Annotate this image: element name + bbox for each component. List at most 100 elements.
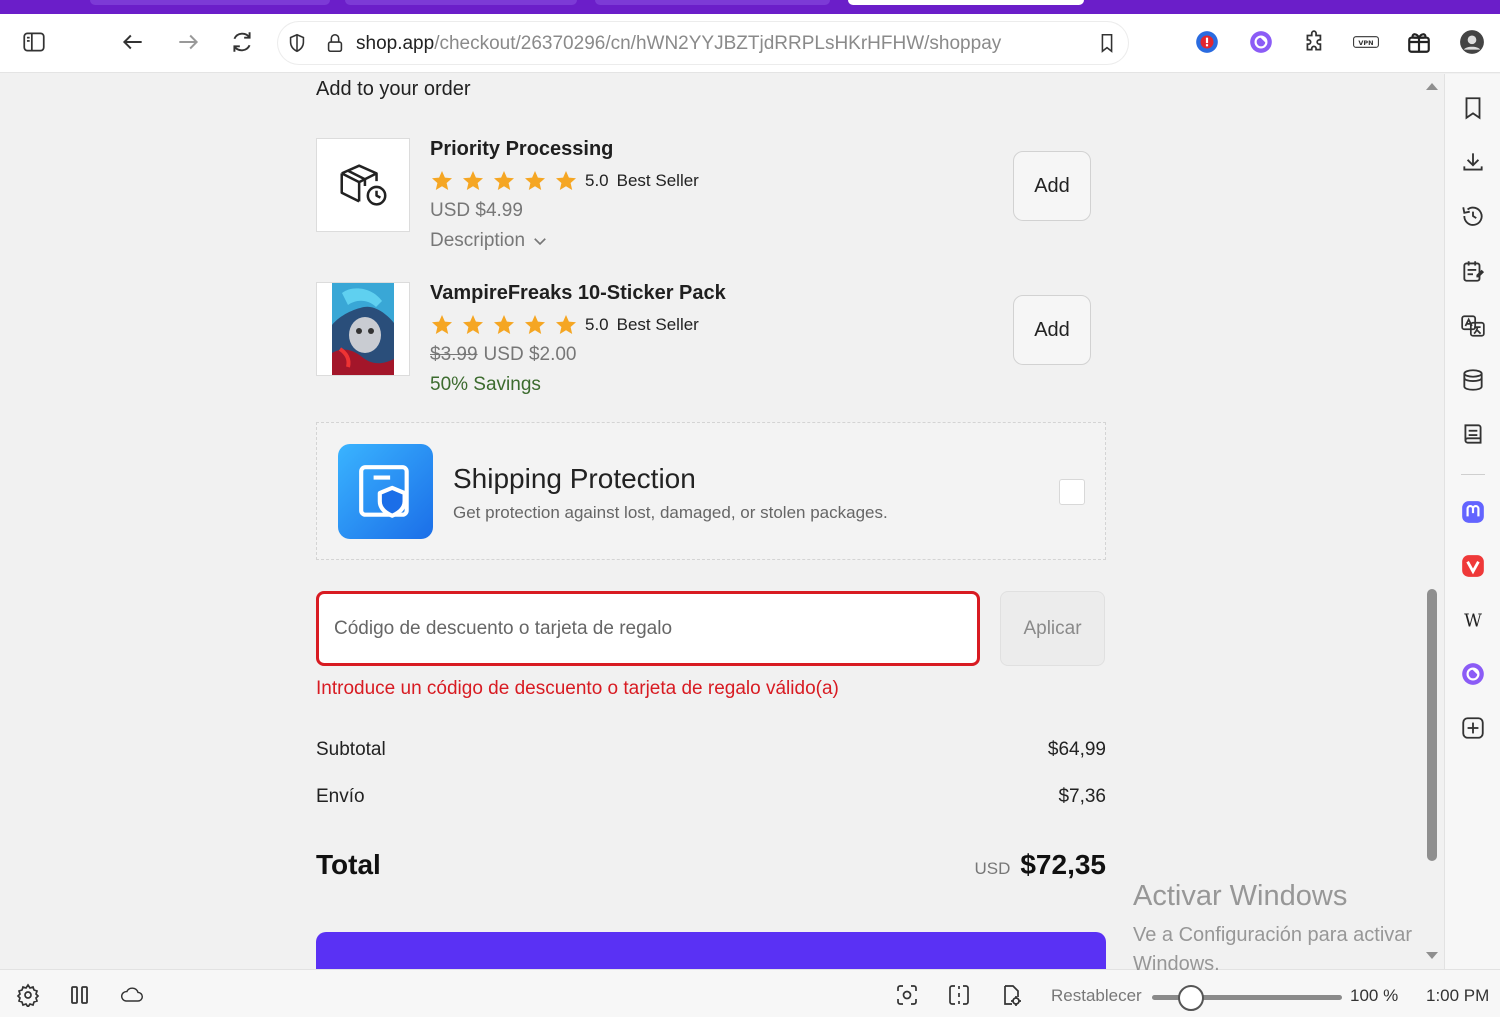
shipping-protection-checkbox[interactable] <box>1059 479 1085 505</box>
apply-discount-button[interactable]: Aplicar <box>1000 591 1105 666</box>
svg-text:VPN: VPN <box>1358 39 1373 47</box>
profile-avatar-icon[interactable] <box>1457 27 1487 57</box>
sidebar-separator <box>1461 474 1485 475</box>
star-icon <box>461 169 492 193</box>
translate-icon[interactable] <box>1459 312 1487 340</box>
subtotal-label: Subtotal <box>316 739 386 760</box>
zoom-reset-label[interactable]: Restablecer <box>1051 986 1142 1006</box>
sidebar-toggle-icon[interactable] <box>19 27 49 57</box>
shipping-protection-card[interactable]: Shipping Protection Get protection again… <box>316 422 1106 560</box>
url-path: /checkout/26370296/cn/hWN2YYJBZTjdRRPLsH… <box>434 33 1002 54</box>
subtotal-value: $64,99 <box>1047 739 1106 760</box>
description-label: Description <box>430 230 526 251</box>
watermark-line2: Windows. <box>1133 953 1220 975</box>
total-amount: $72,35 <box>1020 849 1106 880</box>
chevron-down-icon <box>534 238 546 246</box>
screenshot-capture-icon[interactable] <box>894 982 920 1008</box>
shield-icon[interactable] <box>284 30 310 56</box>
adblock-extension-icon[interactable] <box>1192 27 1222 57</box>
vivaldi-icon[interactable] <box>1459 552 1487 580</box>
total-value: USD $72,35 <box>974 849 1106 881</box>
vpn-icon[interactable]: VPN <box>1344 27 1388 57</box>
gift-icon[interactable] <box>1404 27 1434 57</box>
star-icon <box>492 169 523 193</box>
watermark-title: Activar Windows <box>1133 880 1348 912</box>
star-rating: 5.0 Best Seller <box>430 312 699 338</box>
zoom-slider-handle[interactable] <box>1178 985 1204 1011</box>
notes-icon[interactable] <box>1459 257 1487 285</box>
scroll-down-arrow-icon[interactable] <box>1426 952 1438 959</box>
tile-tabs-icon[interactable] <box>946 982 972 1008</box>
reading-list-icon[interactable] <box>1459 420 1487 448</box>
shipping-value: $7,36 <box>1058 786 1106 807</box>
browser-tab[interactable] <box>90 0 330 5</box>
address-bar[interactable]: shop.app/checkout/26370296/cn/hWN2YYJBZT… <box>278 22 1128 64</box>
rating-value: 5.0 <box>585 315 609 334</box>
description-toggle[interactable]: Description <box>430 230 549 252</box>
best-seller-badge: Best Seller <box>616 315 699 334</box>
product-price: USD $4.99 <box>430 200 523 221</box>
bookmark-icon[interactable] <box>1094 30 1120 56</box>
star-icon <box>430 169 461 193</box>
original-price: $3.99 <box>430 344 478 365</box>
browser-tab[interactable] <box>595 0 830 5</box>
downloads-icon[interactable] <box>1459 148 1487 176</box>
best-seller-badge: Best Seller <box>616 171 699 190</box>
browser-tab-active[interactable] <box>848 0 1084 5</box>
star-icon <box>430 313 461 337</box>
add-panel-icon[interactable] <box>1459 714 1487 742</box>
star-icon <box>554 313 585 337</box>
addon-product-sticker-pack: VampireFreaks 10-Sticker Pack 5.0 Best S… <box>316 282 1106 402</box>
clock-time: 1:00 PM <box>1426 986 1490 1005</box>
total-currency: USD <box>974 859 1011 878</box>
star-icon <box>461 313 492 337</box>
rating-value: 5.0 <box>585 171 609 190</box>
sticker-pack-image <box>316 282 410 376</box>
aria-sidebar-icon[interactable] <box>1459 660 1487 688</box>
url-host: shop.app <box>356 33 435 54</box>
zoom-level: 100 % <box>1350 986 1399 1005</box>
windows-activation-watermark: Activar Windows Ve a Configuración para … <box>1133 880 1412 979</box>
discount-code-input[interactable] <box>316 591 980 666</box>
star-rating: 5.0 Best Seller <box>430 168 699 194</box>
reload-icon[interactable] <box>227 27 257 57</box>
star-icon <box>523 313 554 337</box>
forward-icon[interactable] <box>173 27 203 57</box>
add-priority-processing-button[interactable]: Add <box>1013 151 1091 221</box>
aria-icon[interactable] <box>1246 27 1276 57</box>
add-sticker-pack-button[interactable]: Add <box>1013 295 1091 365</box>
lock-icon[interactable] <box>322 30 348 56</box>
browser-tab[interactable] <box>345 0 577 5</box>
wikipedia-icon[interactable]: W <box>1459 606 1487 634</box>
history-icon[interactable] <box>1459 202 1487 230</box>
star-icon <box>554 169 585 193</box>
svg-text:W: W <box>1464 612 1482 632</box>
page-scrollbar[interactable] <box>1420 74 1444 969</box>
add-to-order-title: Add to your order <box>316 78 471 100</box>
star-icon <box>492 313 523 337</box>
product-price: $3.99 USD $2.00 <box>430 344 577 366</box>
mastodon-icon[interactable] <box>1459 498 1487 526</box>
wallet-icon[interactable] <box>1459 366 1487 394</box>
addon-product-priority-processing: Priority Processing 5.0 Best Seller USD … <box>316 138 1106 258</box>
shipping-protection-shield-icon <box>338 444 433 539</box>
extensions-puzzle-icon[interactable] <box>1300 27 1330 57</box>
right-sidebar: W <box>1444 74 1500 969</box>
tab-strip <box>0 0 1500 14</box>
scroll-up-arrow-icon[interactable] <box>1426 83 1438 90</box>
watermark-line1: Ve a Configuración para activar <box>1133 924 1413 946</box>
scroll-thumb[interactable] <box>1427 589 1437 861</box>
checkout-content: Add to your order Priority Processing 5.… <box>0 74 1420 969</box>
page-actions-icon[interactable] <box>998 982 1024 1008</box>
shipping-protection-subtitle: Get protection against lost, damaged, or… <box>453 503 888 522</box>
sale-price: USD $2.00 <box>483 344 577 365</box>
back-icon[interactable] <box>118 27 148 57</box>
product-name: VampireFreaks 10-Sticker Pack <box>430 282 726 304</box>
star-icon <box>523 169 554 193</box>
pay-now-button[interactable]: Pagar ahora <box>316 932 1106 969</box>
settings-gear-icon[interactable] <box>15 982 41 1008</box>
pause-tiles-icon[interactable] <box>67 982 93 1008</box>
url-text[interactable]: shop.app/checkout/26370296/cn/hWN2YYJBZT… <box>356 33 1001 55</box>
cloud-sync-icon[interactable] <box>117 982 147 1008</box>
bookmarks-panel-icon[interactable] <box>1459 94 1487 122</box>
